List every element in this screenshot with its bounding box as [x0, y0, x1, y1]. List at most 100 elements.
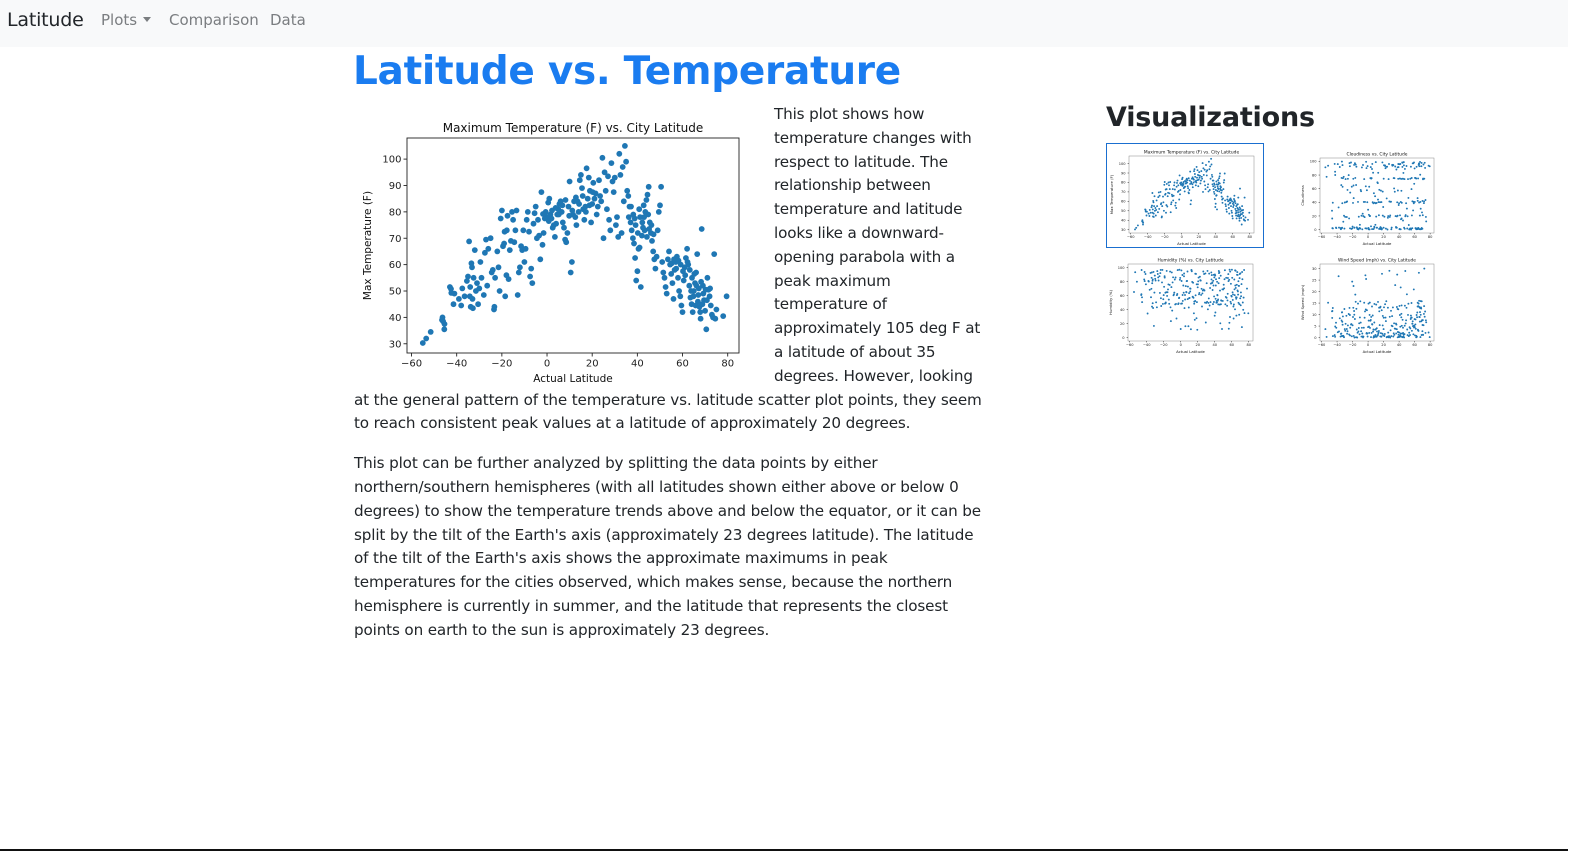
scatter-point: [495, 264, 502, 271]
y-tick-label: 100: [1310, 160, 1318, 164]
thumbnail-max-temperature[interactable]: Maximum Temperature (F) vs. City Latitud…: [1106, 143, 1264, 248]
y-axis-label: Max Temperature (F): [1109, 174, 1114, 214]
scatter-point: [1349, 191, 1352, 194]
scatter-point: [1238, 313, 1241, 316]
scrollbar-gutter[interactable]: [1568, 0, 1583, 859]
thumbnail-cloudiness[interactable]: Cloudiness vs. City Latitude −60 −40 −20 0 20…: [1298, 146, 1443, 247]
scatter-point: [1195, 165, 1198, 168]
navbar-brand[interactable]: Latitude: [7, 9, 84, 31]
scatter-point: [1370, 177, 1373, 180]
scatter-point: [1401, 165, 1404, 168]
scatter-point: [1405, 293, 1408, 296]
scatter-point: [1219, 172, 1221, 175]
scatter-point: [712, 315, 719, 322]
scatter-point: [1416, 199, 1419, 202]
scatter-point: [670, 296, 677, 302]
scatter-point: [1420, 161, 1423, 164]
scatter-point: [528, 265, 535, 272]
y-tick-label: 80: [1121, 181, 1126, 185]
scatter-point: [1335, 321, 1337, 324]
scatter-point: [1419, 207, 1422, 210]
scatter-point: [1212, 284, 1215, 287]
scatter-point: [1226, 198, 1229, 201]
scatter-point: [1237, 284, 1240, 287]
thumbnail-wind-speed[interactable]: Wind Speed (mph) vs. City Latitude −60 −40…: [1298, 252, 1443, 355]
scatter-point: [1413, 326, 1416, 329]
scatter-point: [1375, 327, 1378, 330]
scatter-point: [1349, 326, 1352, 329]
thumbnail-humidity[interactable]: Humidity (%) vs. City Latitude −60 −40 −20 0…: [1106, 252, 1262, 355]
scatter-point: [1242, 215, 1245, 217]
scatter-point: [1381, 227, 1383, 230]
x-tick-label: 60: [1412, 343, 1417, 347]
scatter-point: [1164, 301, 1167, 304]
scatter-point: [1176, 181, 1178, 184]
scatter-point: [1413, 167, 1416, 170]
scatter-point: [1214, 206, 1217, 208]
scatter-point: [622, 143, 628, 149]
scatter-point: [1181, 274, 1184, 276]
scatter-point: [1420, 300, 1423, 303]
scatter-point: [502, 293, 509, 300]
scatter-point: [552, 205, 559, 211]
scatter-point: [1403, 227, 1406, 230]
scatter-point: [1337, 275, 1340, 278]
scatter-point: [538, 189, 545, 195]
scatter-point: [1223, 278, 1226, 281]
nav-comparison[interactable]: Comparison: [169, 11, 259, 29]
scatter-point: [1352, 197, 1355, 200]
scatter-point: [1397, 204, 1400, 206]
scatter-point: [1156, 211, 1159, 214]
scatter-point: [1386, 228, 1389, 231]
nav-plots-dropdown[interactable]: Plots: [101, 11, 152, 29]
scatter-point: [1365, 309, 1368, 312]
scatter-point: [470, 305, 476, 312]
scatter-point: [1205, 282, 1208, 285]
scatter-point: [1227, 280, 1230, 283]
scatter-point: [1400, 316, 1403, 319]
scatter-point: [608, 160, 615, 166]
scatter-point: [1366, 335, 1369, 338]
scatter-point: [1331, 227, 1334, 230]
scatter-point: [1415, 314, 1418, 316]
scatter-point: [1368, 215, 1371, 218]
scatter-point: [1175, 207, 1178, 209]
scatter-point: [1168, 184, 1170, 187]
scatter-point: [1221, 299, 1224, 302]
y-tick-label: 100: [382, 155, 401, 166]
scatter-point: [1169, 306, 1172, 309]
scatter-point: [1168, 192, 1171, 195]
scatter-point: [561, 224, 567, 231]
scatter-point: [1217, 270, 1220, 272]
scatter-point: [1181, 294, 1184, 296]
scatter-point: [1215, 299, 1218, 302]
scatter-point: [1234, 284, 1237, 287]
scatter-point: [1370, 331, 1373, 334]
scatter-point: [1347, 174, 1350, 177]
scatter-point: [1178, 174, 1181, 177]
scatter-point: [1378, 324, 1381, 327]
scatter-point: [1381, 272, 1383, 275]
scatter-point: [492, 274, 498, 281]
scatter-point: [1228, 212, 1231, 215]
scatter-point: [1324, 166, 1327, 169]
scatter-point: [1234, 202, 1237, 205]
scatter-point: [485, 245, 492, 252]
x-tick-label: 60: [1412, 235, 1417, 239]
chart-title: Wind Speed (mph) vs. City Latitude: [1338, 258, 1416, 264]
scatter-point: [1217, 179, 1220, 182]
scatter-point: [1148, 208, 1151, 211]
scatter-point: [698, 278, 704, 285]
scatter-point: [1192, 181, 1195, 184]
scatter-point: [1173, 181, 1176, 184]
scatter-point: [1244, 216, 1247, 219]
x-tick-label: 80: [1428, 343, 1433, 347]
scatter-point: [513, 207, 520, 214]
nav-data[interactable]: Data: [270, 11, 306, 29]
scatter-point: [1407, 302, 1410, 305]
scatter-point: [572, 214, 579, 220]
scatter-point: [579, 185, 585, 191]
scatter-point: [1360, 214, 1363, 217]
scatter-point: [1340, 184, 1343, 187]
scatter-point: [1223, 179, 1226, 182]
